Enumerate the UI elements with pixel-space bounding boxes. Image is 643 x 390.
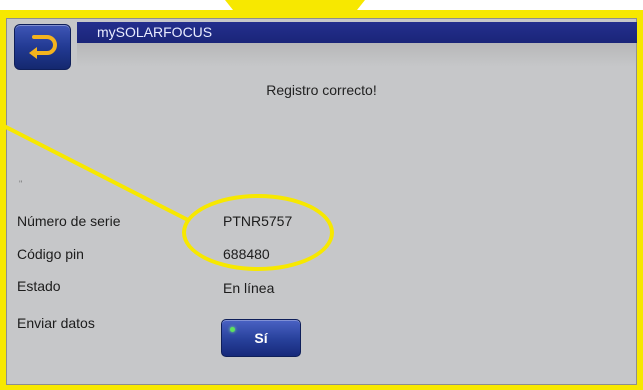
callout-line [0,122,189,222]
highlight-ellipse [182,194,334,271]
